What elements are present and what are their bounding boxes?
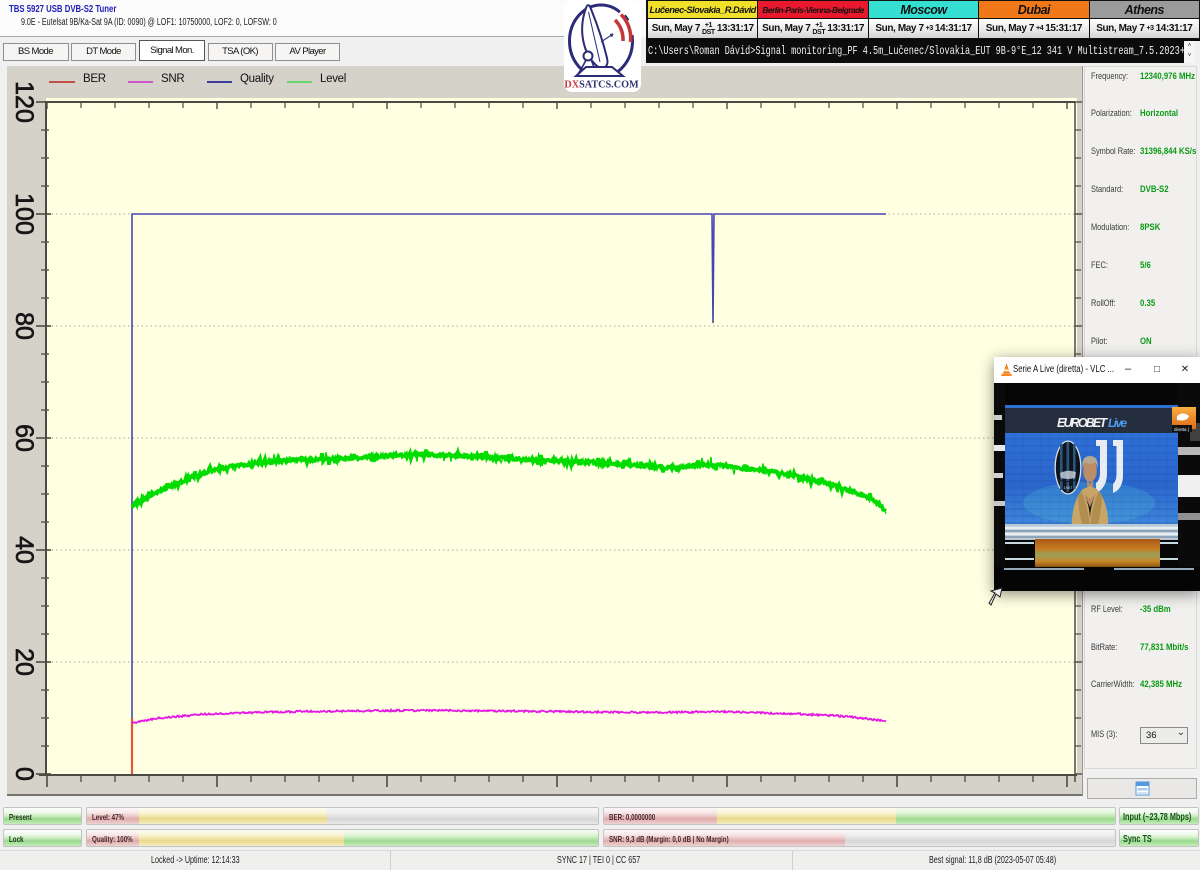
svg-text:80: 80 [10,312,38,340]
svg-text:120: 120 [10,81,38,123]
svg-text:100: 100 [10,193,38,235]
svg-text:Live: Live [1108,416,1127,430]
svg-text:EUROBET: EUROBET [1057,416,1108,430]
svg-text:40: 40 [10,536,38,564]
svg-text:20: 20 [10,648,38,676]
svg-text:0: 0 [10,767,38,781]
svg-text:60: 60 [10,424,38,452]
svg-text:DXSATCS.COM: DXSATCS.COM [564,80,639,91]
svg-text:diretta |: diretta | [1174,427,1189,432]
svg-text:1907: 1907 [1064,485,1074,490]
